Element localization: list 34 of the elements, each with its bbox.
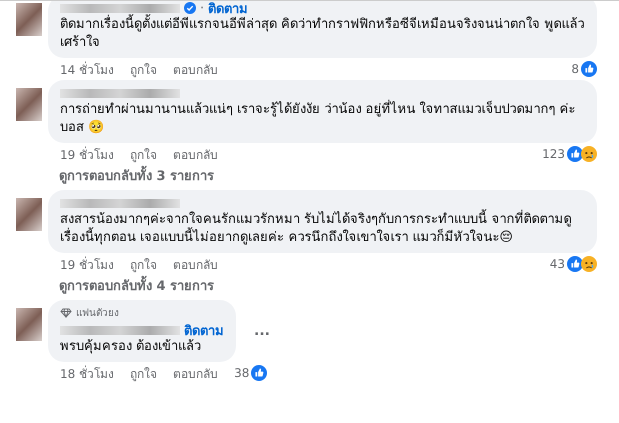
like-link[interactable]: ถูกใจ <box>130 144 158 164</box>
diamond-icon <box>60 308 72 318</box>
reaction-count: 123 <box>542 147 565 161</box>
blurred-name[interactable] <box>60 88 180 98</box>
comment-time: 19 ชั่วโมง <box>60 256 114 274</box>
blurred-avatar[interactable] <box>16 308 42 341</box>
comment-time: 18 ชั่วโมง <box>60 364 114 382</box>
comment-time: 19 ชั่วโมง <box>60 146 114 164</box>
reaction-count: 8 <box>571 62 579 76</box>
fan-badge-label: แฟนตัวยง <box>76 307 119 320</box>
blurred-avatar[interactable] <box>16 198 42 231</box>
comment-text: พรบคุ้มครอง ต้องเข้าแล้ว <box>60 338 202 356</box>
reply-link[interactable]: ตอบกลับ <box>173 60 218 78</box>
blurred-name[interactable] <box>60 198 180 208</box>
reply-link[interactable]: ตอบกลับ <box>173 364 218 382</box>
view-replies-link[interactable]: ดูการตอบกลับทั้ง 4 รายการ <box>16 275 597 300</box>
more-options-button[interactable]: ... <box>254 323 270 339</box>
like-link[interactable]: ถูกใจ <box>130 60 158 78</box>
blurred-avatar[interactable] <box>16 3 42 36</box>
separator-dot: · <box>200 1 204 16</box>
comment-time: 14 ชั่วโมง <box>60 60 114 78</box>
reply-link[interactable]: ตอบกลับ <box>173 144 218 164</box>
like-link[interactable]: ถูกใจ <box>130 254 158 274</box>
like-link[interactable]: ถูกใจ <box>130 364 158 382</box>
reaction-count: 38 <box>234 366 250 380</box>
follow-link[interactable]: ติดตาม <box>184 320 224 340</box>
comment-text: สงสารน้องมากๆค่ะจากใจคนรักแมวรักหมา รับไม่ได้จริงๆกับการกระทำแบบนี้ จากที่ติดตามดูเรื่องนี้ทุกตอน เจอแบบนี้ไม่อยากดูเลยค่ะ ควรนึกถึงใจเขาใจเรา แมวก็มีหัวใจนะ😔 <box>60 211 585 247</box>
comment-text: การถ่ายทำผ่านมานานแล้วแน่ๆ เราจะรู้ได้ยังงัย ว่าน้อง อยู่ที่ไหน ใจทาสแมวเจ็บปวดมากๆ ค่ะ บอส 🥺 <box>60 101 585 137</box>
view-replies-link[interactable]: ดูการตอบกลับทั้ง 3 รายการ <box>16 165 597 190</box>
blurred-avatar[interactable] <box>16 88 42 121</box>
reaction-count: 43 <box>550 257 565 271</box>
blurred-name[interactable] <box>60 326 180 334</box>
blurred-name[interactable] <box>60 4 180 12</box>
reply-link[interactable]: ตอบกลับ <box>173 254 218 274</box>
